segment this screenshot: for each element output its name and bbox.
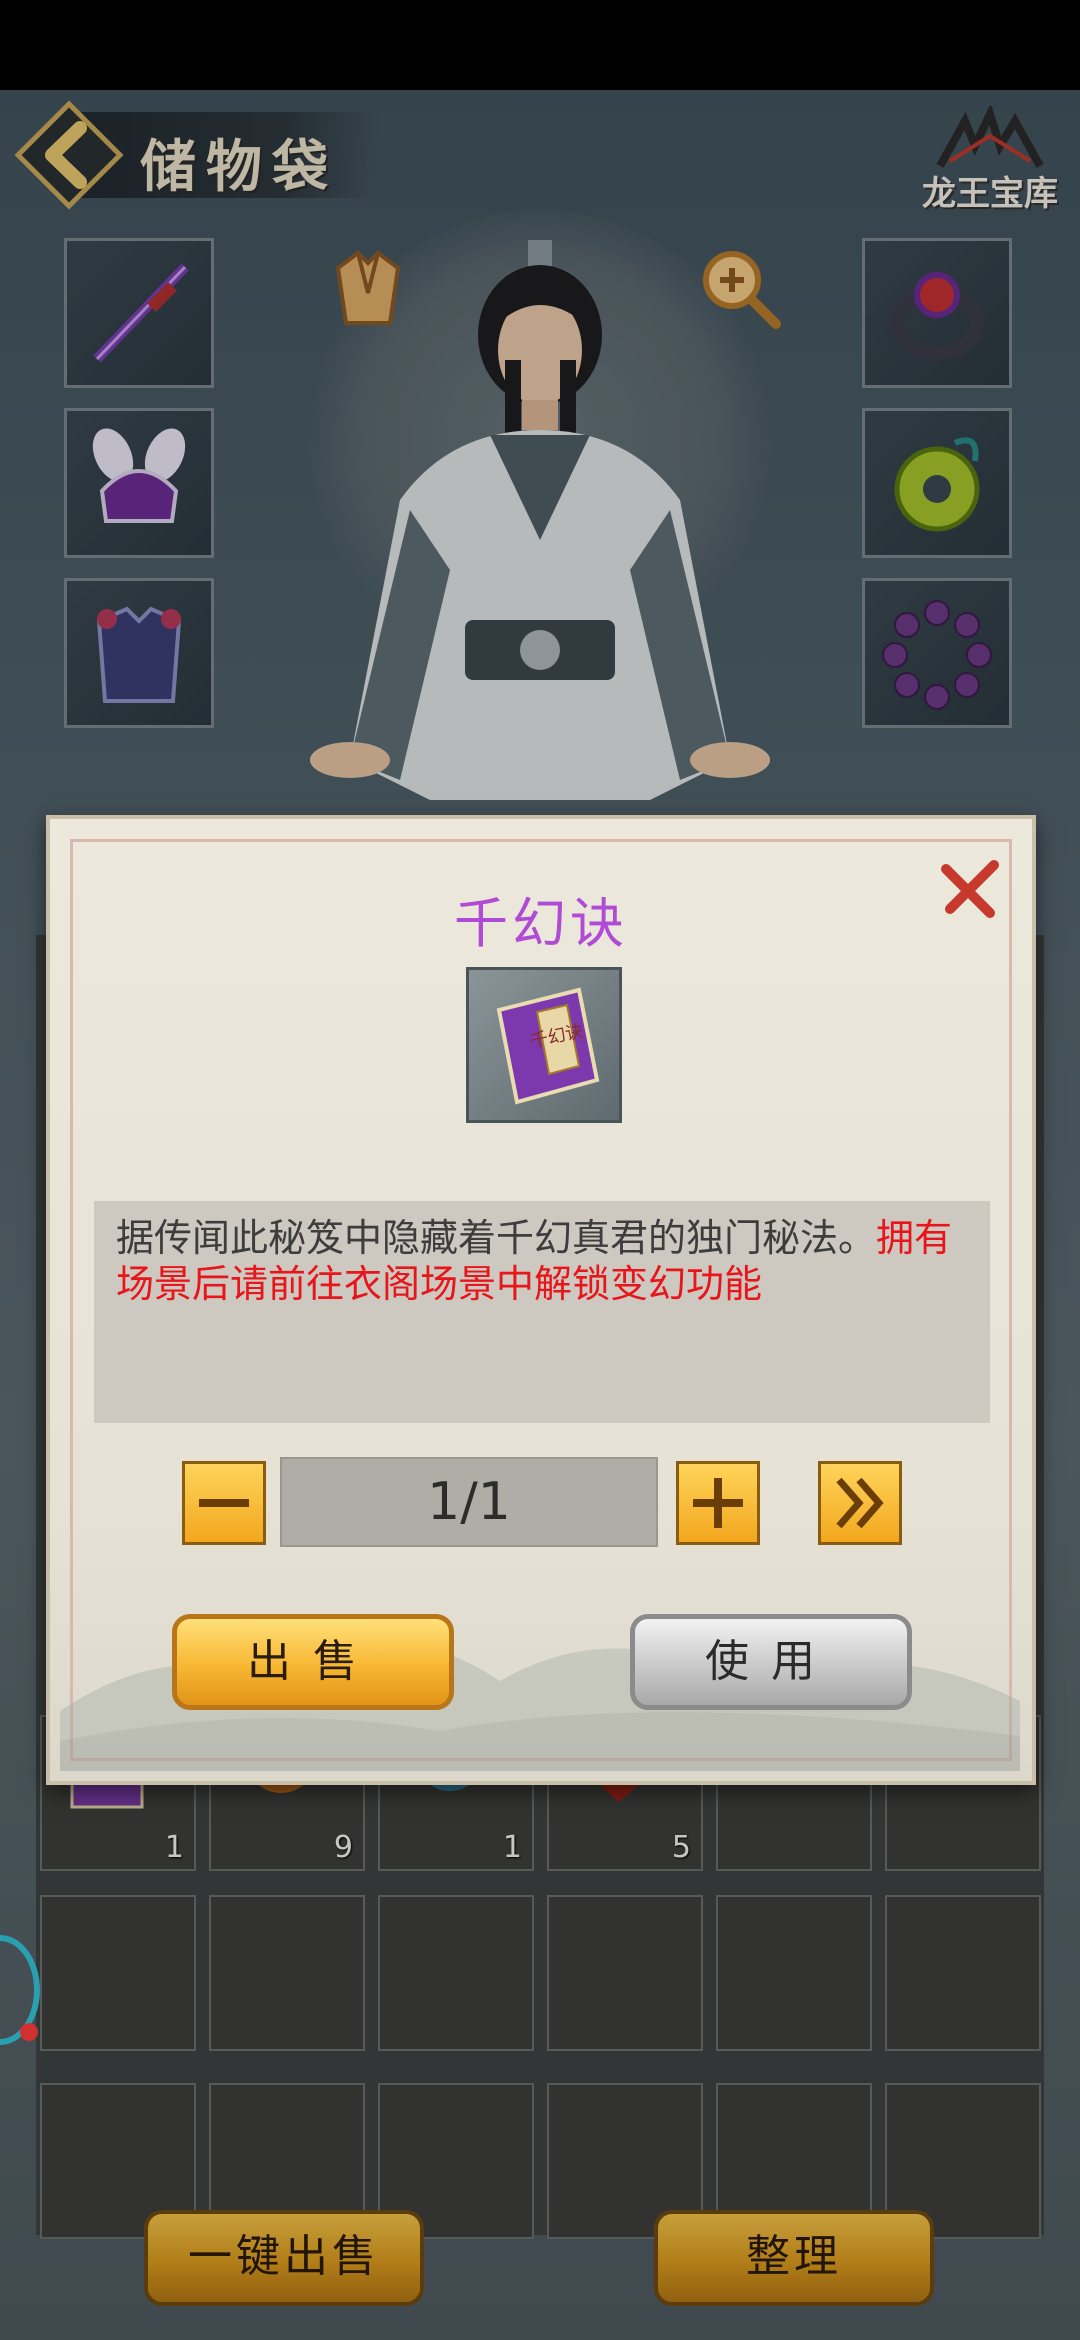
quantity-field[interactable]: 1/1 xyxy=(280,1457,658,1547)
purple-book-icon: 千幻诀 xyxy=(496,987,600,1105)
item-name: 千幻诀 xyxy=(454,892,628,955)
plus-icon xyxy=(693,1478,743,1528)
storage-bag-screen: 储物袋 龙王宝库 1 9 1 5 一键出售 整理 千幻诀 千幻诀 据传闻此秘笈中… xyxy=(0,90,1080,2340)
use-button[interactable]: 使用 xyxy=(630,1614,912,1710)
decrease-button[interactable] xyxy=(182,1461,266,1545)
item-description: 据传闻此秘笈中隐藏着千幻真君的独门秘法。拥有场景后请前往衣阁场景中解锁变幻功能 xyxy=(94,1201,990,1423)
item-detail-dialog: 千幻诀 千幻诀 据传闻此秘笈中隐藏着千幻真君的独门秘法。拥有场景后请前往衣阁场景… xyxy=(46,815,1036,1785)
double-chevron-right-icon xyxy=(836,1477,884,1529)
close-icon[interactable] xyxy=(938,857,1002,921)
increase-button[interactable] xyxy=(676,1461,760,1545)
item-icon-frame: 千幻诀 xyxy=(466,967,622,1123)
description-text: 据传闻此秘笈中隐藏着千幻真君的独门秘法。 xyxy=(116,1216,877,1260)
max-quantity-button[interactable] xyxy=(818,1461,902,1545)
minus-icon xyxy=(199,1499,249,1507)
sell-button[interactable]: 出售 xyxy=(172,1614,454,1710)
